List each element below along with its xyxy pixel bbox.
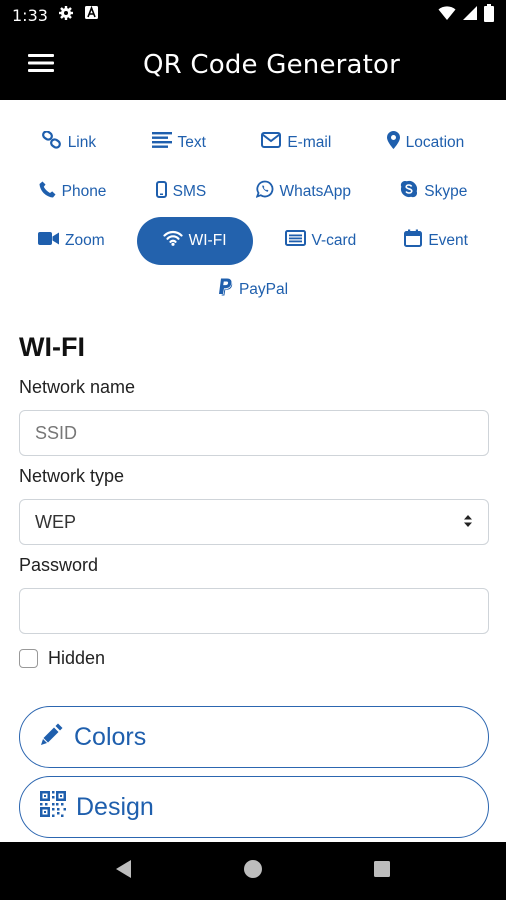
recents-square-icon bbox=[373, 860, 391, 883]
recents-button[interactable] bbox=[362, 851, 402, 891]
id-card-icon bbox=[284, 230, 306, 251]
status-time: 1:33 bbox=[12, 5, 48, 25]
type-phone[interactable]: Phone bbox=[23, 168, 123, 216]
pen-icon bbox=[40, 722, 64, 753]
type-sms-label: SMS bbox=[172, 182, 207, 200]
type-row-4: PayPal bbox=[0, 265, 506, 314]
calendar-icon bbox=[404, 229, 423, 252]
type-paypal-label: PayPal bbox=[238, 280, 289, 298]
type-event-label: Event bbox=[428, 231, 468, 249]
type-location[interactable]: Location bbox=[371, 119, 481, 167]
type-location-label: Location bbox=[405, 133, 465, 151]
password-input[interactable] bbox=[19, 588, 489, 634]
type-skype[interactable]: Skype bbox=[384, 168, 483, 216]
battery-icon bbox=[484, 3, 494, 27]
network-type-label: Network type bbox=[19, 466, 125, 486]
type-link[interactable]: Link bbox=[26, 119, 112, 167]
network-type-value: WEP bbox=[35, 511, 77, 532]
select-arrows-icon bbox=[463, 512, 473, 533]
system-nav-bar bbox=[0, 842, 506, 900]
type-email[interactable]: E-mail bbox=[245, 119, 347, 167]
type-wifi[interactable]: WI-FI bbox=[136, 216, 253, 265]
type-text-label: Text bbox=[177, 133, 206, 151]
type-vcard[interactable]: V-card bbox=[269, 217, 373, 265]
type-zoom[interactable]: Zoom bbox=[22, 217, 121, 265]
qr-code-icon bbox=[40, 790, 66, 824]
type-wifi-label: WI-FI bbox=[188, 231, 227, 249]
paypal-icon bbox=[218, 278, 233, 302]
app-title: QR Code Generator bbox=[143, 50, 401, 80]
network-name-input[interactable]: SSID bbox=[19, 410, 489, 456]
colors-label: Colors bbox=[74, 722, 147, 751]
type-paypal[interactable]: PayPal bbox=[202, 266, 304, 314]
wifi-icon bbox=[163, 230, 183, 251]
colors-button[interactable]: Colors bbox=[19, 706, 489, 768]
text-lines-icon bbox=[151, 132, 172, 153]
hidden-row: Hidden bbox=[19, 648, 489, 669]
form-title: WI-FI bbox=[19, 332, 85, 362]
menu-button[interactable] bbox=[0, 30, 86, 100]
back-triangle-icon bbox=[115, 859, 133, 884]
home-button[interactable] bbox=[233, 851, 273, 891]
network-name-placeholder: SSID bbox=[35, 422, 78, 443]
map-pin-icon bbox=[386, 131, 400, 154]
network-type-select[interactable]: WEP bbox=[19, 499, 489, 545]
type-phone-label: Phone bbox=[61, 182, 107, 200]
type-whatsapp[interactable]: WhatsApp bbox=[240, 168, 368, 216]
a-box-icon bbox=[84, 5, 99, 25]
type-zoom-label: Zoom bbox=[65, 231, 105, 249]
status-bar: 1:33 bbox=[0, 0, 506, 30]
app-bar: QR Code Generator bbox=[0, 30, 506, 100]
type-vcard-label: V-card bbox=[311, 231, 357, 249]
wifi-icon bbox=[438, 5, 456, 26]
whatsapp-icon bbox=[255, 180, 274, 203]
wifi-form: WI-FI Network name SSID Network type WEP… bbox=[19, 332, 489, 669]
hidden-label: Hidden bbox=[48, 648, 106, 668]
hidden-checkbox[interactable] bbox=[19, 649, 38, 668]
envelope-icon bbox=[261, 132, 282, 153]
phone-icon bbox=[39, 181, 56, 203]
design-button[interactable]: Design bbox=[19, 776, 489, 838]
type-row-3: Zoom WI-FI V-card Event bbox=[0, 216, 506, 265]
mobile-icon bbox=[155, 180, 167, 203]
skype-icon bbox=[400, 180, 418, 203]
password-label: Password bbox=[19, 555, 99, 575]
back-button[interactable] bbox=[104, 851, 144, 891]
home-circle-icon bbox=[243, 859, 263, 884]
type-row-2: Phone SMS WhatsApp Skype bbox=[0, 167, 506, 216]
type-event[interactable]: Event bbox=[388, 217, 484, 265]
type-skype-label: Skype bbox=[424, 182, 468, 200]
link-icon bbox=[41, 130, 62, 154]
type-text[interactable]: Text bbox=[136, 119, 222, 167]
type-sms[interactable]: SMS bbox=[140, 168, 223, 216]
design-label: Design bbox=[76, 792, 154, 821]
type-row-1: Link Text E-mail Location bbox=[0, 118, 506, 167]
network-name-label: Network name bbox=[19, 377, 136, 397]
video-camera-icon bbox=[38, 231, 59, 251]
type-email-label: E-mail bbox=[287, 133, 332, 151]
hamburger-icon bbox=[28, 53, 54, 78]
type-link-label: Link bbox=[67, 133, 97, 151]
qr-type-selector: Link Text E-mail Location Phone SMS What… bbox=[0, 118, 506, 314]
type-whatsapp-label: WhatsApp bbox=[279, 182, 352, 200]
signal-icon bbox=[462, 5, 478, 26]
gear-icon bbox=[58, 5, 74, 26]
